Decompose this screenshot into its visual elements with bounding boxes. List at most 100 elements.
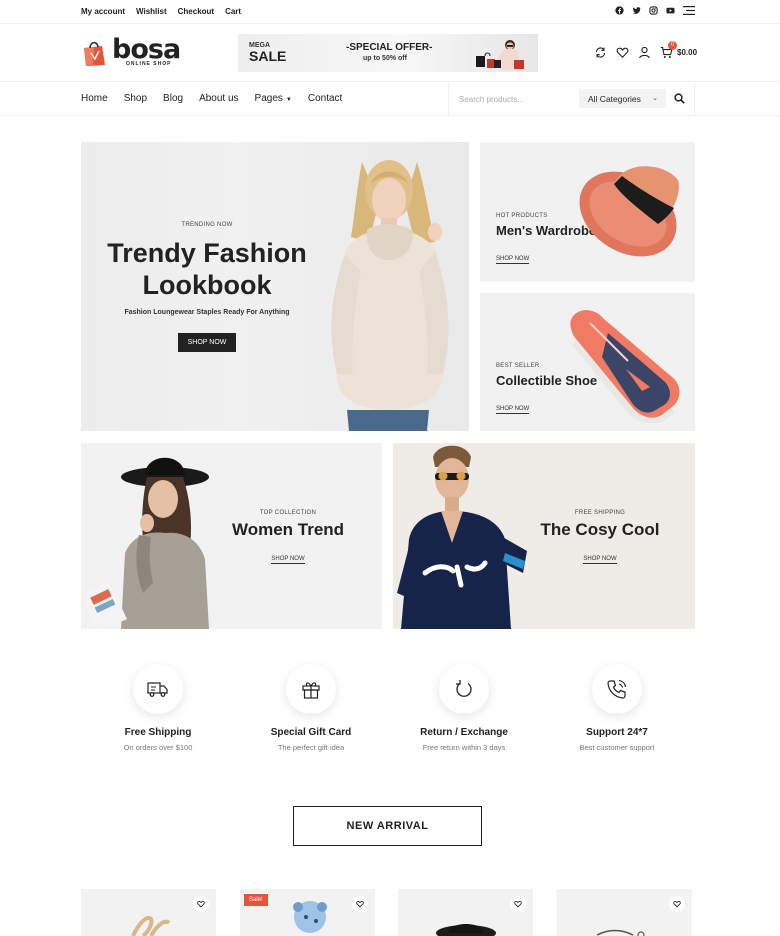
product-image	[131, 916, 171, 936]
feature-subtitle: The perfect gift idea	[277, 743, 345, 752]
banner-offer: -SPECIAL OFFER-	[346, 42, 433, 53]
women-trend-eyebrow: TOP COLLECTION	[259, 510, 317, 516]
cart-button[interactable]: 0 $0.00	[660, 41, 698, 59]
product-image	[596, 929, 645, 936]
cosy-cool-shop-link[interactable]: SHOP NOW	[583, 556, 617, 564]
promo-cosy-cool[interactable]: FREE SHIPPING The Cosy Cool SHOP NOW	[393, 443, 695, 629]
site-header: bosa ONLINE SHOP MEGA SALE -SPECIAL OFFE…	[0, 24, 780, 82]
hero-subtitle: Fashion Loungewear Staples Ready For Any…	[124, 309, 290, 316]
menu-icon[interactable]	[683, 6, 695, 15]
promo-mens-wardrobe[interactable]: HOT PRODUCTS Men's Wardrobe SHOP NOW	[480, 142, 695, 282]
hero-title: Trendy Fashion Lookbook	[81, 237, 333, 301]
feature-free-shipping: Free Shipping On orders over $100	[81, 664, 235, 752]
feature-title: Free Shipping	[124, 727, 192, 738]
caret-down-icon: ▼	[285, 97, 292, 103]
hero-text: TRENDING NOW Trendy Fashion Lookbook Fas…	[81, 222, 333, 352]
cart-total: $0.00	[677, 48, 698, 57]
hero-shop-now-button[interactable]: SHOP NOW	[177, 333, 237, 352]
wishlist-button[interactable]	[510, 896, 526, 912]
product-image	[436, 924, 496, 936]
feature-subtitle: Best customer support	[579, 743, 655, 752]
heart-icon	[197, 900, 205, 908]
product-card[interactable]	[398, 889, 533, 936]
wishlist-button[interactable]	[352, 896, 368, 912]
nav-item-home[interactable]: Home	[81, 93, 108, 104]
user-icon[interactable]	[638, 46, 651, 59]
hero-banner[interactable]: TRENDING NOW Trendy Fashion Lookbook Fas…	[81, 142, 469, 431]
feature-icon-circle	[439, 664, 489, 714]
social-links	[615, 6, 695, 15]
logo-subtitle: ONLINE SHOP	[126, 61, 172, 67]
sneaker-image	[570, 310, 680, 423]
search-icon[interactable]	[674, 93, 685, 104]
product-search: All Categories ⌄	[448, 82, 695, 116]
promo-women-trend[interactable]: TOP COLLECTION Women Trend SHOP NOW	[81, 443, 382, 629]
nav-item-blog[interactable]: Blog	[163, 93, 183, 104]
man-cycling-jersey-image	[397, 445, 527, 629]
feature-icon-circle	[592, 664, 642, 714]
search-input[interactable]	[459, 92, 571, 106]
compare-icon[interactable]	[594, 46, 607, 59]
truck-icon	[147, 682, 168, 697]
phone-icon	[607, 679, 627, 699]
mens-wardrobe-shop-link[interactable]: SHOP NOW	[496, 256, 530, 264]
product-card[interactable]	[81, 889, 216, 936]
category-selected: All Categories	[588, 94, 641, 104]
women-trend-title: Women Trend	[231, 520, 345, 539]
logo[interactable]: bosa ONLINE SHOP	[81, 34, 181, 70]
feature-subtitle: On orders over $100	[123, 743, 193, 752]
feature-title: Return / Exchange	[420, 727, 508, 738]
nav-item-shop[interactable]: Shop	[124, 93, 147, 104]
facebook-icon[interactable]	[615, 6, 624, 15]
feature-icon-circle	[286, 664, 336, 714]
twitter-icon[interactable]	[632, 6, 641, 15]
heart-icon	[356, 900, 364, 908]
nav-item-pages[interactable]: Pages ▼	[255, 93, 292, 104]
woman-hat-image	[85, 457, 209, 629]
straw-hat-image	[579, 166, 679, 257]
hero-title-line1: Trendy Fashion	[107, 238, 307, 268]
model-sweater-image	[331, 160, 449, 431]
feature-subtitle: Free return within 3 days	[422, 743, 506, 752]
shopping-bag-logo-icon	[84, 41, 105, 66]
nav-menu: Home Shop Blog About us Pages ▼ Contact	[81, 93, 342, 104]
return-icon	[456, 680, 472, 697]
cosy-cool-eyebrow: FREE SHIPPING	[574, 510, 626, 516]
checkout-link[interactable]: Checkout	[178, 7, 214, 16]
feature-support: Support 24*7 Best customer support	[540, 664, 694, 752]
women-trend-shop-link[interactable]: SHOP NOW	[271, 556, 305, 564]
women-trend-text: TOP COLLECTION Women Trend SHOP NOW	[218, 510, 358, 565]
product-image	[293, 901, 327, 933]
cart-count-badge: 0	[668, 41, 677, 50]
my-account-link[interactable]: My account	[81, 7, 125, 16]
header-actions: 0 $0.00	[594, 41, 698, 59]
wishlist-button[interactable]	[669, 896, 685, 912]
new-arrival-button[interactable]: NEW ARRIVAL	[293, 806, 482, 846]
cart-link[interactable]: Cart	[225, 7, 241, 16]
collectible-shoe-shop-link[interactable]: SHOP NOW	[496, 406, 530, 414]
nav-item-about-us[interactable]: About us	[199, 93, 238, 104]
feature-icon-circle	[133, 664, 183, 714]
product-card[interactable]: Sale!	[240, 889, 375, 936]
cosy-cool-text: FREE SHIPPING The Cosy Cool SHOP NOW	[530, 510, 670, 565]
youtube-icon[interactable]	[666, 6, 675, 15]
wishlist-link[interactable]: Wishlist	[136, 7, 167, 16]
top-links: My account Wishlist Checkout Cart	[81, 7, 241, 16]
shopping-woman-image	[476, 40, 524, 70]
nav-item-pages-label: Pages	[254, 93, 283, 104]
nav-item-contact[interactable]: Contact	[308, 93, 342, 104]
category-select[interactable]: All Categories ⌄	[579, 89, 666, 108]
heart-icon	[514, 900, 522, 908]
heart-icon	[673, 900, 681, 908]
gift-icon	[302, 682, 320, 699]
wishlist-button[interactable]	[193, 896, 209, 912]
cosy-cool-title: The Cosy Cool	[540, 520, 660, 539]
banner-sale: SALE	[249, 48, 287, 64]
heart-icon[interactable]	[616, 46, 629, 59]
promo-collectible-shoe[interactable]: BEST SELLER Collectible Shoe SHOP NOW	[480, 293, 695, 431]
main-nav: Home Shop Blog About us Pages▼ Contact A…	[0, 82, 780, 116]
instagram-icon[interactable]	[649, 6, 658, 15]
promo-banner[interactable]: MEGA SALE -SPECIAL OFFER- up to 50% off	[238, 34, 538, 72]
product-card[interactable]	[557, 889, 692, 936]
top-bar: My account Wishlist Checkout Cart	[0, 0, 780, 24]
